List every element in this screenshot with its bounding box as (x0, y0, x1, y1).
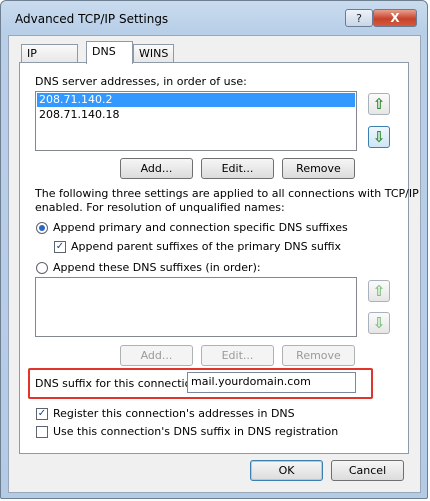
dns-server-list[interactable]: 208.71.140.2 208.71.140.18 (35, 91, 357, 151)
down-arrow-icon: ⇩ (372, 314, 386, 332)
register-label[interactable]: Register this connection's addresses in … (53, 407, 295, 420)
suffix-move-up-button[interactable]: ⇧ (368, 280, 390, 302)
remove-suffix-button[interactable]: Remove (282, 345, 355, 366)
close-icon: X (390, 11, 400, 25)
use-suffix-label[interactable]: Use this connection's DNS suffix in DNS … (53, 425, 338, 438)
append-primary-radio[interactable] (36, 222, 48, 234)
checkmark-icon: ✓ (37, 408, 47, 419)
connection-suffix-label: DNS suffix for this connection: (35, 377, 203, 390)
connection-suffix-input[interactable]: mail.yourdomain.com (187, 372, 356, 393)
add-server-button[interactable]: Add... (120, 158, 193, 179)
up-arrow-icon: ⇧ (372, 282, 386, 300)
use-suffix-checkbox[interactable] (36, 426, 48, 438)
add-suffix-button[interactable]: Add... (120, 345, 193, 366)
close-button[interactable]: X (373, 9, 417, 27)
list-item[interactable]: 208.71.140.18 (36, 108, 356, 122)
help-button[interactable]: ? (345, 9, 373, 27)
append-these-label[interactable]: Append these DNS suffixes (in order): (53, 261, 261, 274)
move-up-button[interactable]: ⇧ (368, 93, 390, 115)
help-icon: ? (356, 11, 362, 25)
register-checkbox[interactable]: ✓ (36, 408, 48, 420)
append-these-radio[interactable] (36, 262, 48, 274)
move-down-button[interactable]: ⇩ (368, 126, 390, 148)
tab-dns[interactable]: DNS (86, 41, 133, 64)
dns-tab-panel: DNS server addresses, in order of use: 2… (19, 62, 419, 454)
tab-wins[interactable]: WINS (133, 44, 175, 63)
resolution-description-line2: enabled. For resolution of unqualified n… (35, 201, 285, 214)
cancel-button[interactable]: Cancel (331, 460, 404, 481)
append-parent-label[interactable]: Append parent suffixes of the primary DN… (71, 240, 341, 253)
resolution-description-line1: The following three settings are applied… (35, 187, 419, 200)
edit-server-button[interactable]: Edit... (201, 158, 274, 179)
checkmark-icon: ✓ (55, 241, 65, 252)
up-arrow-icon: ⇧ (372, 95, 386, 113)
edit-suffix-button[interactable]: Edit... (201, 345, 274, 366)
dns-suffix-list[interactable] (35, 277, 357, 337)
remove-server-button[interactable]: Remove (282, 158, 355, 179)
append-primary-label[interactable]: Append primary and connection specific D… (53, 221, 348, 234)
append-parent-checkbox[interactable]: ✓ (54, 241, 66, 253)
dialog-client-area: IP Settings DNS WINS DNS server addresse… (8, 35, 421, 493)
title-bar[interactable]: Advanced TCP/IP Settings ? X (1, 1, 427, 35)
ok-button[interactable]: OK (250, 460, 323, 481)
window-title: Advanced TCP/IP Settings (15, 12, 169, 26)
list-item[interactable]: 208.71.140.2 (37, 93, 355, 107)
dns-servers-label: DNS server addresses, in order of use: (35, 75, 247, 88)
suffix-move-down-button[interactable]: ⇩ (368, 312, 390, 334)
tab-ip-settings[interactable]: IP Settings (21, 44, 79, 78)
down-arrow-icon: ⇩ (372, 128, 386, 146)
dialog-window: Advanced TCP/IP Settings ? X IP Settings… (0, 0, 428, 499)
